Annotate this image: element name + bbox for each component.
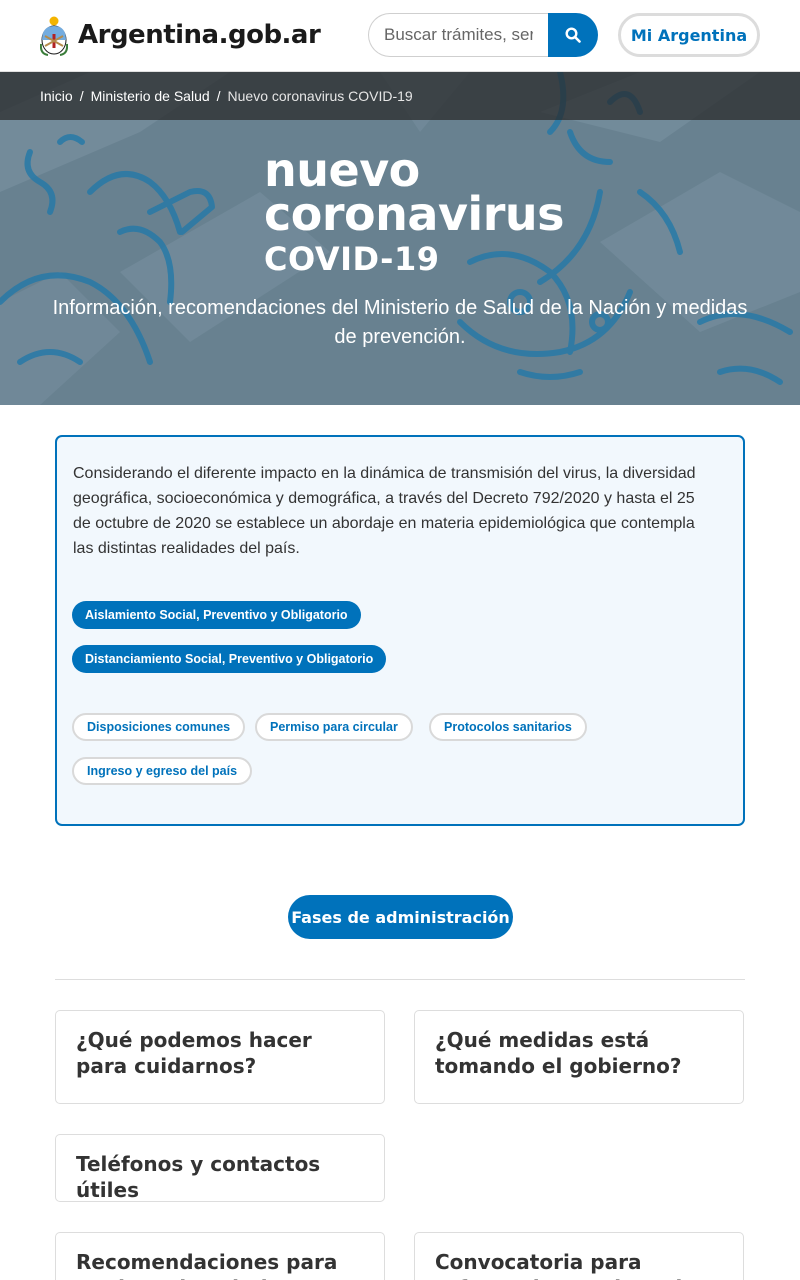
breadcrumb-separator: / bbox=[79, 88, 84, 104]
card-convocatoria-salud[interactable]: Convocatoria para reforzar los equipos d… bbox=[414, 1232, 744, 1280]
card-title: ¿Qué medidas está tomando el gobierno? bbox=[435, 1028, 682, 1078]
hero-description: Información, recomendaciones del Ministe… bbox=[52, 297, 748, 348]
breadcrumb-inicio[interactable]: Inicio bbox=[40, 88, 73, 104]
site-header: Argentina.gob.ar Mi Argentina bbox=[0, 0, 800, 72]
fases-administracion-button[interactable]: Fases de administración bbox=[288, 895, 513, 939]
page-title-line2: coronavirus bbox=[264, 187, 565, 241]
card-title: Convocatoria para reforzar los equipos d… bbox=[435, 1250, 696, 1280]
info-box-text: Considerando el diferente impacto en la … bbox=[73, 465, 696, 557]
breadcrumb-current: Nuevo coronavirus COVID-19 bbox=[227, 88, 413, 104]
search-button[interactable] bbox=[548, 13, 598, 57]
mi-argentina-button[interactable]: Mi Argentina bbox=[618, 13, 760, 57]
pill-disposiciones-comunes[interactable]: Disposiciones comunes bbox=[72, 713, 246, 741]
card-title: Recomendaciones para equipos de salud bbox=[76, 1250, 338, 1280]
hero-banner: Inicio / Ministerio de Salud / Nuevo cor… bbox=[0, 72, 800, 405]
search-bar bbox=[368, 13, 598, 57]
pill-aislamiento[interactable]: Aislamiento Social, Preventivo y Obligat… bbox=[72, 601, 361, 629]
pill-ingreso-egreso[interactable]: Ingreso y egreso del país bbox=[72, 757, 253, 785]
breadcrumb-ministerio-salud[interactable]: Ministerio de Salud bbox=[91, 88, 210, 104]
breadcrumb: Inicio / Ministerio de Salud / Nuevo cor… bbox=[0, 72, 800, 120]
section-divider bbox=[55, 979, 745, 980]
search-icon bbox=[565, 27, 581, 43]
card-title: ¿Qué podemos hacer para cuidarnos? bbox=[76, 1028, 312, 1078]
pill-permiso-circular[interactable]: Permiso para circular bbox=[255, 713, 413, 741]
breadcrumb-separator: / bbox=[216, 88, 221, 104]
site-logo-link[interactable]: Argentina.gob.ar bbox=[40, 14, 321, 56]
pill-protocolos-sanitarios[interactable]: Protocolos sanitarios bbox=[429, 713, 587, 741]
coat-of-arms-icon bbox=[40, 16, 68, 56]
card-medidas-gobierno[interactable]: ¿Qué medidas está tomando el gobierno? bbox=[414, 1010, 744, 1104]
page-title: nuevo coronavirus bbox=[264, 143, 565, 241]
card-cuidarnos[interactable]: ¿Qué podemos hacer para cuidarnos? bbox=[55, 1010, 385, 1104]
card-title: Teléfonos y contactos útiles bbox=[76, 1152, 321, 1202]
page-subtitle: COVID-19 bbox=[264, 240, 440, 278]
site-name: Argentina.gob.ar bbox=[78, 20, 321, 50]
card-telefonos[interactable]: Teléfonos y contactos útiles bbox=[55, 1134, 385, 1202]
search-input[interactable] bbox=[368, 13, 548, 57]
pill-distanciamiento[interactable]: Distanciamiento Social, Preventivo y Obl… bbox=[72, 645, 387, 673]
page-title-line1: nuevo bbox=[264, 143, 420, 197]
card-recomendaciones-salud[interactable]: Recomendaciones para equipos de salud bbox=[55, 1232, 385, 1280]
